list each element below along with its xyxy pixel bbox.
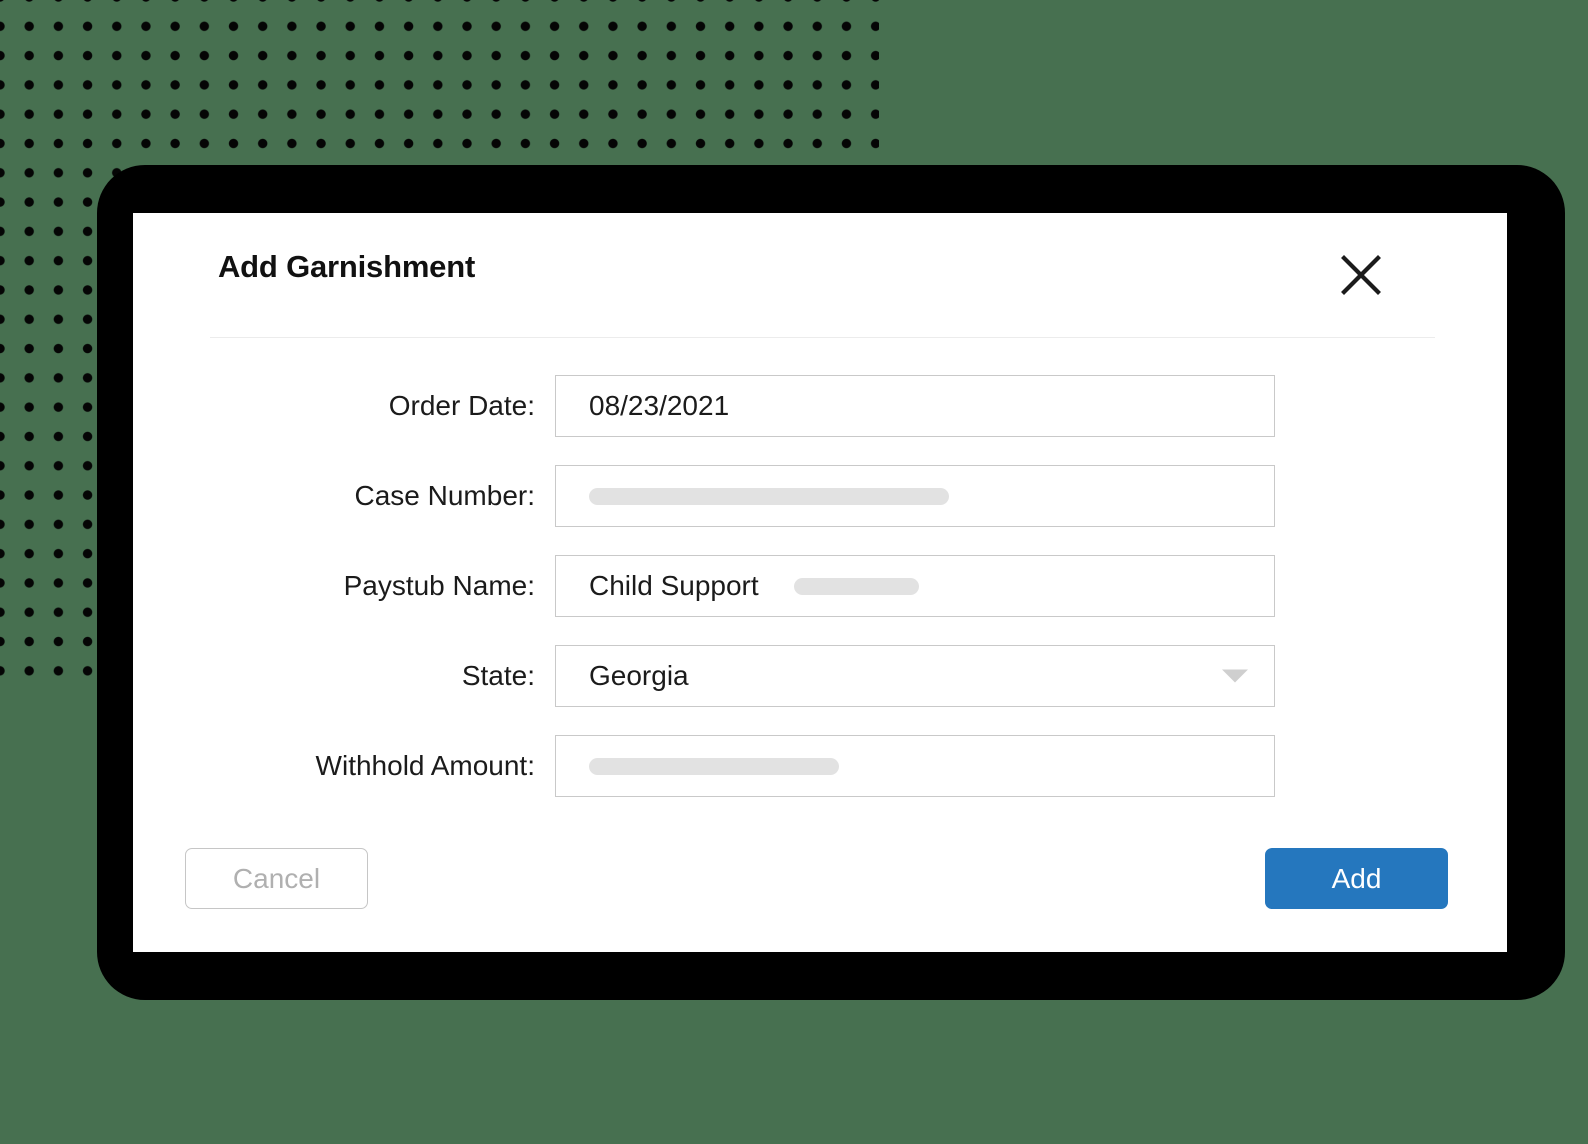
redacted-value-bar bbox=[589, 757, 839, 775]
order-date-input[interactable]: 08/23/2021 bbox=[555, 375, 1275, 437]
page-title: Add Garnishment bbox=[218, 249, 476, 284]
close-icon bbox=[1340, 254, 1382, 296]
form-row-withhold-amount: Withhold Amount: bbox=[133, 735, 1507, 797]
paystub-name-label: Paystub Name: bbox=[343, 570, 535, 601]
order-date-label: Order Date: bbox=[388, 390, 535, 421]
case-number-input[interactable] bbox=[555, 465, 1275, 527]
state-label: State: bbox=[461, 660, 535, 691]
form-row-case-number: Case Number: bbox=[133, 465, 1507, 527]
add-garnishment-dialog: Add Garnishment Order Date: 08/23/2021 C… bbox=[133, 213, 1507, 952]
form-row-paystub-name: Paystub Name: Child Support bbox=[133, 555, 1507, 617]
dialog-footer: Cancel Add bbox=[133, 812, 1507, 952]
withhold-amount-label: Withhold Amount: bbox=[315, 750, 535, 781]
add-button[interactable]: Add bbox=[1265, 848, 1448, 909]
paystub-name-input[interactable]: Child Support bbox=[555, 555, 1275, 617]
withhold-amount-input[interactable] bbox=[555, 735, 1275, 797]
garnishment-form: Order Date: 08/23/2021 Case Number: Pays… bbox=[133, 375, 1507, 825]
form-row-order-date: Order Date: 08/23/2021 bbox=[133, 375, 1507, 437]
form-row-state: State: Georgia bbox=[133, 645, 1507, 707]
chevron-down-icon bbox=[1222, 669, 1248, 683]
redacted-value-bar bbox=[589, 487, 949, 505]
dialog-header: Add Garnishment bbox=[133, 213, 1507, 338]
state-select[interactable]: Georgia bbox=[555, 645, 1275, 707]
header-divider bbox=[210, 337, 1435, 338]
redacted-value-bar bbox=[793, 577, 919, 595]
paystub-name-value: Child Support bbox=[589, 570, 759, 601]
state-value: Georgia bbox=[589, 660, 689, 691]
cancel-button[interactable]: Cancel bbox=[185, 848, 368, 909]
order-date-value: 08/23/2021 bbox=[589, 390, 730, 421]
case-number-label: Case Number: bbox=[354, 480, 535, 511]
close-button[interactable] bbox=[1332, 246, 1390, 304]
